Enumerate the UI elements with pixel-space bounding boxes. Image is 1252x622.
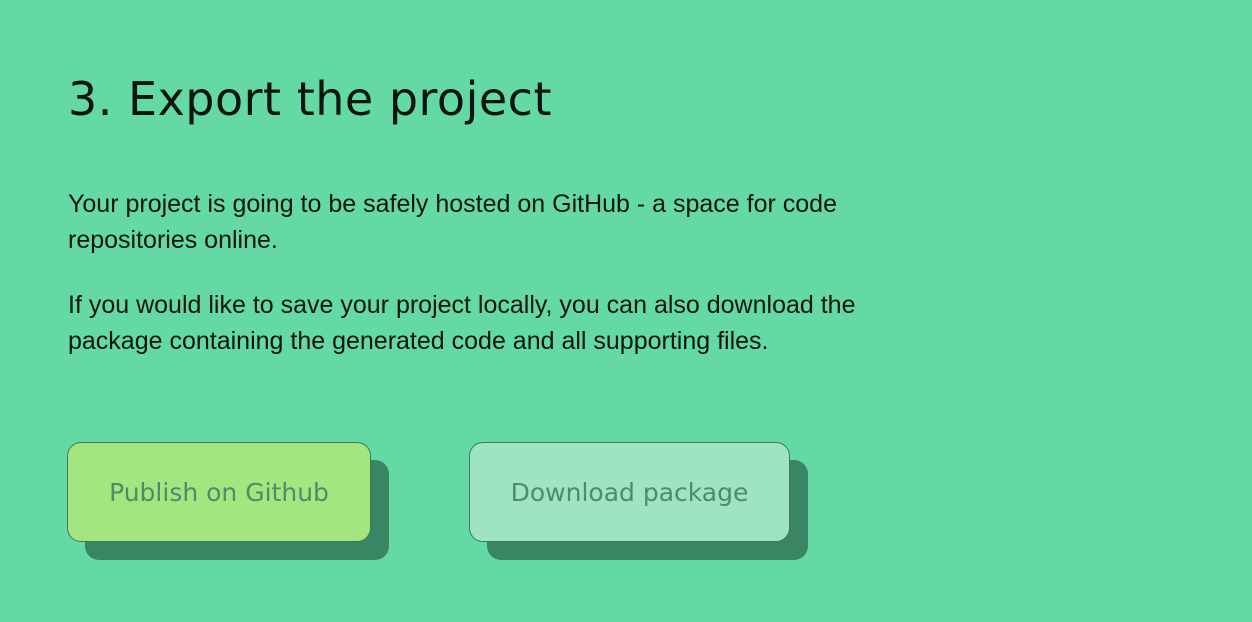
publish-button-container: Publish on Github — [67, 442, 389, 560]
download-package-button[interactable]: Download package — [469, 442, 790, 542]
section-title: 3. Export the project — [68, 72, 552, 126]
download-description: If you would like to save your project l… — [68, 291, 856, 355]
download-button-container: Download package — [469, 442, 808, 560]
publish-on-github-button[interactable]: Publish on Github — [67, 442, 371, 542]
hosting-description: Your project is going to be safely hoste… — [68, 190, 837, 254]
